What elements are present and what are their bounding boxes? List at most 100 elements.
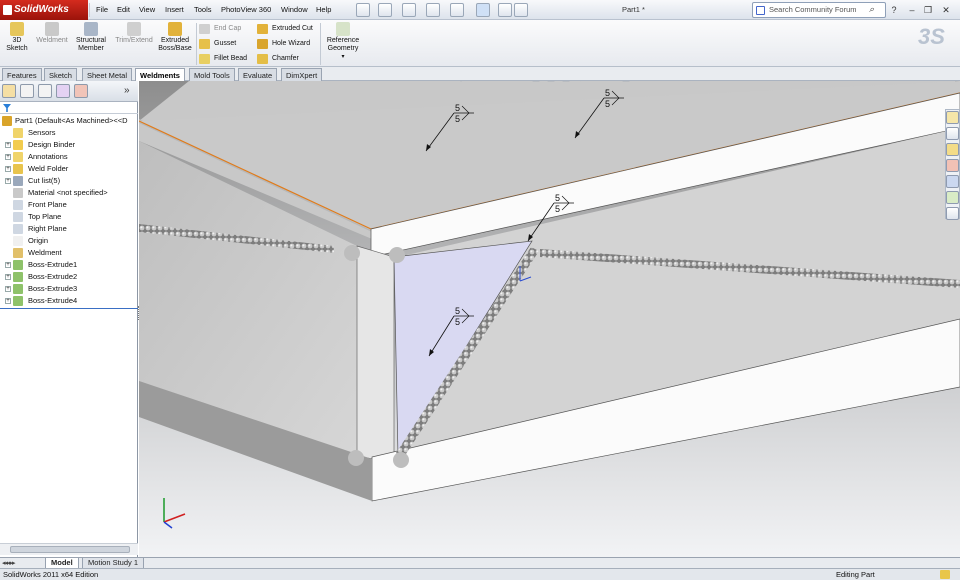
gusset-button[interactable]: Gusset xyxy=(199,37,236,51)
undo-icon[interactable] xyxy=(450,3,464,17)
expand-icon[interactable]: + xyxy=(5,178,11,184)
view-orientation-icon[interactable]: ◧ xyxy=(546,81,556,82)
select-cursor-icon[interactable] xyxy=(476,3,490,17)
display-manager-tab-icon[interactable] xyxy=(74,84,88,98)
tree-item[interactable]: + Boss-Extrude4 xyxy=(0,295,138,307)
solidworks-logo[interactable]: SolidWorks xyxy=(0,0,88,20)
property-manager-tab-icon[interactable] xyxy=(20,84,34,98)
structural-member-button[interactable]: Structural Member xyxy=(72,22,110,66)
expand-icon[interactable]: + xyxy=(5,142,11,148)
feature-filter[interactable] xyxy=(0,103,138,114)
expand-panel-icon[interactable]: » xyxy=(124,85,130,96)
tree-item[interactable]: + Boss-Extrude2 xyxy=(0,271,138,283)
menu-view[interactable]: View xyxy=(134,0,160,20)
tab-weldments[interactable]: Weldments xyxy=(135,68,185,81)
tree-item[interactable]: Material <not specified> xyxy=(0,187,138,199)
tab-dimxpert[interactable]: DimXpert xyxy=(281,68,323,81)
graphics-area[interactable]: 55555555 ⊕⊙◎◐⤡↻✥▣◧◩◇◑◒▤ – ❐ ✕ xyxy=(139,81,960,557)
expand-icon[interactable]: + xyxy=(5,274,11,280)
tab-sheet-metal[interactable]: Sheet Metal xyxy=(82,68,133,81)
display-style-icon[interactable]: ◩ xyxy=(561,81,571,82)
open-folder-icon[interactable] xyxy=(378,3,392,17)
tree-item[interactable]: Sensors xyxy=(0,127,138,139)
tree-item[interactable]: + Design Binder xyxy=(0,139,138,151)
end-cap-button[interactable]: End Cap xyxy=(199,22,241,36)
search-icon[interactable]: ⌕ xyxy=(869,4,883,16)
save-icon[interactable] xyxy=(402,3,416,17)
view-palette-icon[interactable] xyxy=(946,159,959,172)
hide-show-items-icon[interactable]: ◇ xyxy=(576,81,586,82)
expand-icon[interactable]: + xyxy=(5,298,11,304)
tree-item[interactable]: + Boss-Extrude1 xyxy=(0,259,138,271)
tree-item[interactable]: Right Plane xyxy=(0,223,138,235)
pan-icon[interactable]: ✥ xyxy=(516,81,526,82)
help-icon[interactable]: ? xyxy=(888,4,900,16)
menu-tools[interactable]: Tools xyxy=(189,0,217,20)
zoom-to-fit-icon[interactable]: ⊕ xyxy=(426,81,436,82)
expand-icon[interactable]: + xyxy=(5,166,11,172)
file-explorer-icon[interactable] xyxy=(946,143,959,156)
edit-appearance-icon[interactable]: ◑ xyxy=(591,81,601,82)
tree-item[interactable]: Front Plane xyxy=(0,199,138,211)
tree-item[interactable]: + Weld Folder xyxy=(0,163,138,175)
extruded-boss-base-button[interactable]: Extruded Boss/Base xyxy=(156,22,194,66)
menu-insert[interactable]: Insert xyxy=(160,0,189,20)
tab-scroll-arrows[interactable]: ◂◂◂▸▸ xyxy=(2,559,16,567)
tab-sketch[interactable]: Sketch xyxy=(44,68,77,81)
apply-scene-icon[interactable]: ▣ xyxy=(531,81,541,82)
appearances-icon[interactable] xyxy=(946,175,959,188)
feature-manager-tab-icon[interactable] xyxy=(2,84,16,98)
search-box[interactable]: Search Community Forum ⌕ xyxy=(752,2,886,18)
expand-icon[interactable]: + xyxy=(5,262,11,268)
3d-sketch-button[interactable]: 3D Sketch xyxy=(2,22,32,66)
solidworks-resources-icon[interactable] xyxy=(946,111,959,124)
zoom-to-area-icon[interactable]: ⊙ xyxy=(441,81,451,82)
tree-item[interactable]: + Cut list(5) xyxy=(0,175,138,187)
new-doc-icon[interactable] xyxy=(356,3,370,17)
tree-item[interactable]: Part1 (Default<As Machined><<D xyxy=(0,115,138,127)
document-recovery-icon[interactable] xyxy=(946,207,959,220)
trim-extend-button[interactable]: Trim/Extend xyxy=(112,22,156,66)
menu-help[interactable]: Help xyxy=(311,0,336,20)
tree-item[interactable]: Weldment xyxy=(0,247,138,259)
horizontal-scrollbar[interactable] xyxy=(0,543,138,555)
minimize-window-icon[interactable]: – xyxy=(906,4,918,16)
dimxpert-manager-tab-icon[interactable] xyxy=(56,84,70,98)
menu-edit[interactable]: Edit xyxy=(112,0,135,20)
rebuild-traffic-light-icon[interactable] xyxy=(498,3,512,17)
design-library-icon[interactable] xyxy=(946,127,959,140)
tree-item[interactable]: + Annotations xyxy=(0,151,138,163)
chamfer-button[interactable]: Chamfer xyxy=(257,52,299,66)
view-settings-icon[interactable]: ▤ xyxy=(621,81,631,82)
dynamic-annotation-icon[interactable]: ⤡ xyxy=(486,81,496,82)
tree-item[interactable]: Top Plane xyxy=(0,211,138,223)
scrollbar-thumb[interactable] xyxy=(10,546,130,553)
previous-view-icon[interactable]: ◎ xyxy=(456,81,466,82)
close-window-icon[interactable]: ✕ xyxy=(940,4,952,16)
reference-geometry-button[interactable]: Reference Geometry ▾ xyxy=(323,22,363,66)
section-view-icon[interactable]: ◐ xyxy=(471,81,481,82)
tab-evaluate[interactable]: Evaluate xyxy=(238,68,278,81)
dropdown-arrow-icon[interactable]: ▾ xyxy=(323,53,363,61)
expand-icon[interactable]: + xyxy=(5,286,11,292)
fillet-bead-button[interactable]: Fillet Bead xyxy=(199,52,247,66)
rotate-icon[interactable]: ↻ xyxy=(501,81,511,82)
rebuild-status-icon[interactable] xyxy=(940,570,950,579)
expand-icon[interactable]: + xyxy=(5,154,11,160)
options-icon[interactable] xyxy=(514,3,528,17)
restore-window-icon[interactable]: ❐ xyxy=(922,4,934,16)
extruded-cut-button[interactable]: Extruded Cut xyxy=(257,22,313,36)
model-view[interactable]: 55555555 xyxy=(139,81,960,557)
weldment-button[interactable]: Weldment xyxy=(34,22,70,66)
menu-window[interactable]: Window xyxy=(276,0,313,20)
menu-file[interactable]: File xyxy=(91,0,113,20)
menu-photoview-360[interactable]: PhotoView 360 xyxy=(216,0,276,20)
tree-item[interactable]: Origin xyxy=(0,235,138,247)
hole-wizard-button[interactable]: Hole Wizard xyxy=(257,37,310,51)
configuration-manager-tab-icon[interactable] xyxy=(38,84,52,98)
apply-realview-icon[interactable]: ◒ xyxy=(606,81,616,82)
rollback-bar[interactable] xyxy=(0,308,138,309)
tree-item[interactable]: + Boss-Extrude3 xyxy=(0,283,138,295)
search-input[interactable]: Search Community Forum xyxy=(769,3,857,17)
tab-mold-tools[interactable]: Mold Tools xyxy=(189,68,235,81)
